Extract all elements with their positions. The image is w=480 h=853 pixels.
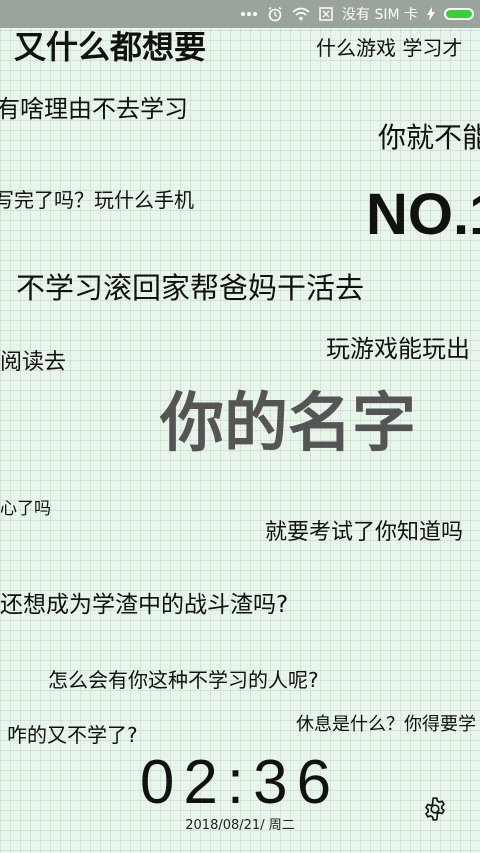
slogan-text: 什么游戏 学习才 [316,36,463,60]
rank-text: NO.1 [366,182,480,247]
wifi-icon [292,7,310,21]
slogan-text: 就要考试了你知道吗 [265,520,464,545]
slogan-text: 休息是什么？你得要学 [296,714,476,735]
battery-icon [444,8,474,20]
slogan-text: 不学习滚回家帮爸妈干活去 [16,271,365,305]
dots-icon [240,11,258,17]
slogan-text: 有啥理由不去学习 [0,95,188,123]
clock-time: 02:36 [139,748,341,817]
slogan-text: 怎么会有你这种不学习的人呢? [48,668,319,692]
slogan-text: 你就不能 [378,121,480,154]
slogan-text: 又什么都想要 [14,28,207,66]
gear-icon [422,796,448,822]
settings-button[interactable] [421,795,449,823]
slogan-text: 还想成为学渣中的战斗渣吗? [0,592,289,618]
flash-icon [427,7,435,21]
status-bar: 没有 SIM 卡 [0,0,480,28]
alarm-icon [267,6,283,22]
name-text: 你的名字 [160,387,416,461]
slogan-text: 阅读去 [0,350,67,375]
slogan-text: 心了吗 [0,499,51,519]
slogan-text: 咋的又不学了? [7,723,138,747]
slogan-text: 写完了吗？玩什么手机 [0,188,194,212]
clock-date: 2018/08/21/ 周二 [185,818,295,833]
signal-text: 没有 SIM 卡 [342,7,418,23]
sim-icon [319,7,333,21]
slogan-text: 玩游戏能玩出 [326,335,470,363]
